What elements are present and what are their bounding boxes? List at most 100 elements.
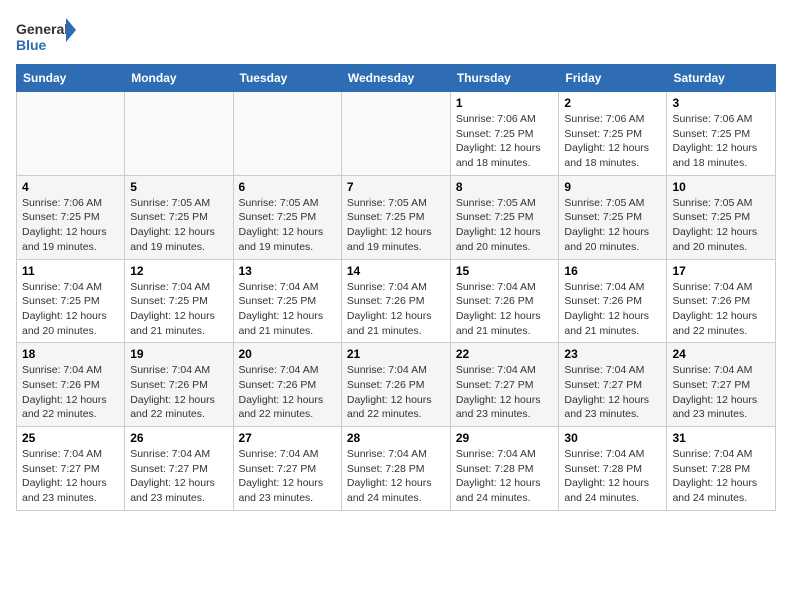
day-number: 4 [22, 180, 119, 194]
day-number: 17 [672, 264, 770, 278]
calendar-cell: 20 Sunrise: 7:04 AM Sunset: 7:26 PM Dayli… [233, 343, 341, 427]
day-number: 14 [347, 264, 445, 278]
day-info: Sunrise: 7:04 AM Sunset: 7:26 PM Dayligh… [239, 363, 336, 422]
day-number: 26 [130, 431, 227, 445]
day-number: 27 [239, 431, 336, 445]
day-number: 23 [564, 347, 661, 361]
calendar-body: 1 Sunrise: 7:06 AM Sunset: 7:25 PM Daylig… [17, 92, 776, 511]
calendar-week-5: 25 Sunrise: 7:04 AM Sunset: 7:27 PM Dayli… [17, 427, 776, 511]
day-number: 3 [672, 96, 770, 110]
calendar-table: SundayMondayTuesdayWednesdayThursdayFrid… [16, 64, 776, 511]
column-header-thursday: Thursday [450, 65, 559, 92]
calendar-cell: 29 Sunrise: 7:04 AM Sunset: 7:28 PM Dayli… [450, 427, 559, 511]
day-info: Sunrise: 7:04 AM Sunset: 7:25 PM Dayligh… [239, 280, 336, 339]
day-number: 24 [672, 347, 770, 361]
day-info: Sunrise: 7:04 AM Sunset: 7:28 PM Dayligh… [456, 447, 554, 506]
column-header-saturday: Saturday [667, 65, 776, 92]
day-number: 20 [239, 347, 336, 361]
page-header: General Blue [16, 16, 776, 56]
calendar-week-3: 11 Sunrise: 7:04 AM Sunset: 7:25 PM Dayli… [17, 259, 776, 343]
day-info: Sunrise: 7:04 AM Sunset: 7:27 PM Dayligh… [564, 363, 661, 422]
calendar-cell: 5Sunrise: 7:05 AM Sunset: 7:25 PM Daylig… [125, 175, 233, 259]
day-info: Sunrise: 7:05 AM Sunset: 7:25 PM Dayligh… [347, 196, 445, 255]
calendar-cell: 30Sunrise: 7:04 AM Sunset: 7:28 PM Dayli… [559, 427, 667, 511]
calendar-cell: 21Sunrise: 7:04 AM Sunset: 7:26 PM Dayli… [341, 343, 450, 427]
day-number: 1 [456, 96, 554, 110]
calendar-cell: 6Sunrise: 7:05 AM Sunset: 7:25 PM Daylig… [233, 175, 341, 259]
day-number: 6 [239, 180, 336, 194]
day-number: 25 [22, 431, 119, 445]
calendar-cell: 28 Sunrise: 7:04 AM Sunset: 7:28 PM Dayli… [341, 427, 450, 511]
calendar-cell: 12Sunrise: 7:04 AM Sunset: 7:25 PM Dayli… [125, 259, 233, 343]
calendar-week-1: 1 Sunrise: 7:06 AM Sunset: 7:25 PM Daylig… [17, 92, 776, 176]
day-number: 5 [130, 180, 227, 194]
day-number: 12 [130, 264, 227, 278]
calendar-cell: 3 Sunrise: 7:06 AM Sunset: 7:25 PM Daylig… [667, 92, 776, 176]
calendar-header-row: SundayMondayTuesdayWednesdayThursdayFrid… [17, 65, 776, 92]
svg-text:Blue: Blue [16, 37, 47, 53]
day-number: 10 [672, 180, 770, 194]
calendar-week-2: 4 Sunrise: 7:06 AM Sunset: 7:25 PM Daylig… [17, 175, 776, 259]
day-info: Sunrise: 7:04 AM Sunset: 7:28 PM Dayligh… [347, 447, 445, 506]
calendar-cell: 8 Sunrise: 7:05 AM Sunset: 7:25 PM Daylig… [450, 175, 559, 259]
day-number: 9 [564, 180, 661, 194]
day-info: Sunrise: 7:04 AM Sunset: 7:26 PM Dayligh… [672, 280, 770, 339]
column-header-friday: Friday [559, 65, 667, 92]
day-info: Sunrise: 7:04 AM Sunset: 7:27 PM Dayligh… [130, 447, 227, 506]
calendar-cell: 14 Sunrise: 7:04 AM Sunset: 7:26 PM Dayli… [341, 259, 450, 343]
logo-svg: General Blue [16, 16, 76, 56]
calendar-week-4: 18 Sunrise: 7:04 AM Sunset: 7:26 PM Dayli… [17, 343, 776, 427]
column-header-tuesday: Tuesday [233, 65, 341, 92]
day-info: Sunrise: 7:04 AM Sunset: 7:27 PM Dayligh… [456, 363, 554, 422]
day-number: 31 [672, 431, 770, 445]
day-number: 11 [22, 264, 119, 278]
day-info: Sunrise: 7:04 AM Sunset: 7:27 PM Dayligh… [672, 363, 770, 422]
calendar-cell: 17 Sunrise: 7:04 AM Sunset: 7:26 PM Dayli… [667, 259, 776, 343]
calendar-cell [233, 92, 341, 176]
day-info: Sunrise: 7:04 AM Sunset: 7:27 PM Dayligh… [239, 447, 336, 506]
calendar-cell: 22 Sunrise: 7:04 AM Sunset: 7:27 PM Dayli… [450, 343, 559, 427]
column-header-wednesday: Wednesday [341, 65, 450, 92]
svg-text:General: General [16, 21, 68, 37]
day-number: 2 [564, 96, 661, 110]
day-number: 16 [564, 264, 661, 278]
day-info: Sunrise: 7:06 AM Sunset: 7:25 PM Dayligh… [564, 112, 661, 171]
day-info: Sunrise: 7:05 AM Sunset: 7:25 PM Dayligh… [456, 196, 554, 255]
day-info: Sunrise: 7:04 AM Sunset: 7:28 PM Dayligh… [672, 447, 770, 506]
day-info: Sunrise: 7:06 AM Sunset: 7:25 PM Dayligh… [672, 112, 770, 171]
calendar-cell: 31 Sunrise: 7:04 AM Sunset: 7:28 PM Dayli… [667, 427, 776, 511]
calendar-cell [17, 92, 125, 176]
calendar-cell: 19Sunrise: 7:04 AM Sunset: 7:26 PM Dayli… [125, 343, 233, 427]
day-number: 18 [22, 347, 119, 361]
day-info: Sunrise: 7:05 AM Sunset: 7:25 PM Dayligh… [672, 196, 770, 255]
calendar-cell: 2 Sunrise: 7:06 AM Sunset: 7:25 PM Daylig… [559, 92, 667, 176]
day-number: 7 [347, 180, 445, 194]
calendar-cell [125, 92, 233, 176]
day-info: Sunrise: 7:04 AM Sunset: 7:25 PM Dayligh… [22, 280, 119, 339]
day-info: Sunrise: 7:06 AM Sunset: 7:25 PM Dayligh… [22, 196, 119, 255]
day-number: 29 [456, 431, 554, 445]
day-info: Sunrise: 7:04 AM Sunset: 7:26 PM Dayligh… [456, 280, 554, 339]
calendar-cell: 23 Sunrise: 7:04 AM Sunset: 7:27 PM Dayli… [559, 343, 667, 427]
calendar-cell: 24 Sunrise: 7:04 AM Sunset: 7:27 PM Dayli… [667, 343, 776, 427]
day-number: 8 [456, 180, 554, 194]
day-info: Sunrise: 7:04 AM Sunset: 7:26 PM Dayligh… [347, 363, 445, 422]
column-header-monday: Monday [125, 65, 233, 92]
calendar-cell: 16 Sunrise: 7:04 AM Sunset: 7:26 PM Dayli… [559, 259, 667, 343]
day-number: 28 [347, 431, 445, 445]
calendar-cell: 4 Sunrise: 7:06 AM Sunset: 7:25 PM Daylig… [17, 175, 125, 259]
day-number: 19 [130, 347, 227, 361]
day-info: Sunrise: 7:04 AM Sunset: 7:28 PM Dayligh… [564, 447, 661, 506]
calendar-cell: 7 Sunrise: 7:05 AM Sunset: 7:25 PM Daylig… [341, 175, 450, 259]
day-number: 13 [239, 264, 336, 278]
day-info: Sunrise: 7:06 AM Sunset: 7:25 PM Dayligh… [456, 112, 554, 171]
day-info: Sunrise: 7:04 AM Sunset: 7:26 PM Dayligh… [347, 280, 445, 339]
column-header-sunday: Sunday [17, 65, 125, 92]
calendar-cell: 11 Sunrise: 7:04 AM Sunset: 7:25 PM Dayli… [17, 259, 125, 343]
calendar-cell: 27 Sunrise: 7:04 AM Sunset: 7:27 PM Dayli… [233, 427, 341, 511]
day-info: Sunrise: 7:04 AM Sunset: 7:27 PM Dayligh… [22, 447, 119, 506]
day-info: Sunrise: 7:04 AM Sunset: 7:26 PM Dayligh… [564, 280, 661, 339]
day-number: 22 [456, 347, 554, 361]
calendar-cell: 9Sunrise: 7:05 AM Sunset: 7:25 PM Daylig… [559, 175, 667, 259]
day-number: 15 [456, 264, 554, 278]
